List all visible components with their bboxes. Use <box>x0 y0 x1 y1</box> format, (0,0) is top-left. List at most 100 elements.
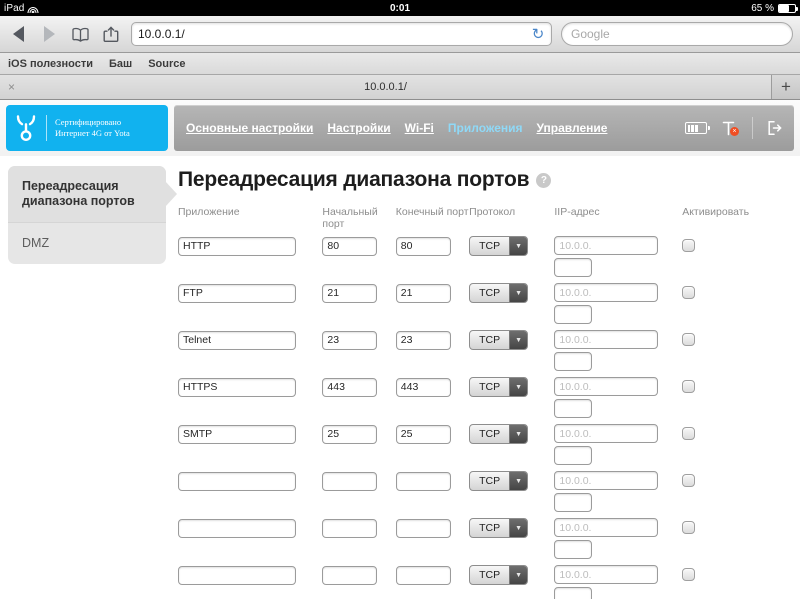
application-input[interactable] <box>178 566 296 585</box>
protocol-select[interactable]: TCP▼ <box>469 377 528 397</box>
end-port-input[interactable] <box>396 378 451 397</box>
end-port-input[interactable] <box>396 566 451 585</box>
table-row: TCP▼ <box>178 424 784 471</box>
application-input[interactable] <box>178 284 296 303</box>
application-input[interactable] <box>178 331 296 350</box>
page-header: Сертифицировано Интернет 4G от Yota Осно… <box>0 100 800 156</box>
bookmark-item-2[interactable]: Source <box>148 58 185 70</box>
table-head: Приложение Начальный порт Конечный порт … <box>178 206 784 236</box>
activate-checkbox[interactable] <box>682 474 695 487</box>
start-port-input[interactable] <box>322 425 377 444</box>
protocol-select[interactable]: TCP▼ <box>469 330 528 350</box>
start-port-input[interactable] <box>322 378 377 397</box>
ip-prefix-input[interactable] <box>554 377 658 396</box>
end-port-input[interactable] <box>396 237 451 256</box>
end-port-input[interactable] <box>396 284 451 303</box>
protocol-select[interactable]: TCP▼ <box>469 518 528 538</box>
activate-checkbox[interactable] <box>682 380 695 393</box>
end-port-input[interactable] <box>396 519 451 538</box>
activate-checkbox[interactable] <box>682 568 695 581</box>
nav-divider <box>752 117 753 139</box>
browser-tab[interactable]: × 10.0.0.1/ <box>0 75 772 99</box>
logo-caption: Сертифицировано Интернет 4G от Yota <box>55 117 130 139</box>
cell-start-port <box>322 377 395 424</box>
cell-protocol: TCP▼ <box>469 283 554 330</box>
end-port-input[interactable] <box>396 425 451 444</box>
application-input[interactable] <box>178 519 296 538</box>
router-web-page: Сертифицировано Интернет 4G от Yota Осно… <box>0 100 800 599</box>
application-input[interactable] <box>178 378 296 397</box>
sidebar-item-dmz[interactable]: DMZ <box>8 222 166 264</box>
logout-icon[interactable] <box>767 120 782 136</box>
ip-suffix-input[interactable] <box>554 305 592 324</box>
table-row: TCP▼ <box>178 518 784 565</box>
ip-suffix-input[interactable] <box>554 493 592 512</box>
application-input[interactable] <box>178 425 296 444</box>
ip-prefix-input[interactable] <box>554 518 658 537</box>
activate-checkbox[interactable] <box>682 239 695 252</box>
protocol-select-value: TCP <box>470 519 509 537</box>
search-placeholder: Google <box>571 27 610 41</box>
start-port-input[interactable] <box>322 237 377 256</box>
forward-arrow-icon[interactable] <box>38 23 60 45</box>
nav-item-nastroyki[interactable]: Настройки <box>327 121 390 135</box>
nav-item-osnovnye-nastroyki[interactable]: Основные настройки <box>186 121 313 135</box>
cell-end-port <box>396 283 469 330</box>
ip-prefix-input[interactable] <box>554 471 658 490</box>
ip-suffix-input[interactable] <box>554 587 592 599</box>
start-port-input[interactable] <box>322 331 377 350</box>
search-input[interactable]: Google <box>561 22 793 46</box>
ip-prefix-input[interactable] <box>554 330 658 349</box>
chevron-down-icon: ▼ <box>509 237 527 255</box>
start-port-input[interactable] <box>322 284 377 303</box>
protocol-select[interactable]: TCP▼ <box>469 424 528 444</box>
cell-end-port <box>396 236 469 283</box>
start-port-input[interactable] <box>322 519 377 538</box>
bookmark-item-1[interactable]: Баш <box>109 58 132 70</box>
nav-item-wifi[interactable]: Wi-Fi <box>405 121 434 135</box>
ip-suffix-input[interactable] <box>554 446 592 465</box>
protocol-select[interactable]: TCP▼ <box>469 283 528 303</box>
table-row: TCP▼ <box>178 471 784 518</box>
activate-checkbox[interactable] <box>682 521 695 534</box>
activate-checkbox[interactable] <box>682 427 695 440</box>
new-tab-button[interactable]: + <box>772 75 800 99</box>
cell-application <box>178 518 322 565</box>
end-port-input[interactable] <box>396 472 451 491</box>
cell-ip-address <box>554 330 682 377</box>
protocol-select[interactable]: TCP▼ <box>469 236 528 256</box>
ip-prefix-input[interactable] <box>554 283 658 302</box>
end-port-input[interactable] <box>396 331 451 350</box>
start-port-input[interactable] <box>322 566 377 585</box>
table-header-row: Приложение Начальный порт Конечный порт … <box>178 206 784 236</box>
application-input[interactable] <box>178 472 296 491</box>
nav-item-prilozheniya[interactable]: Приложения <box>448 121 523 135</box>
ip-suffix-input[interactable] <box>554 399 592 418</box>
ip-suffix-input[interactable] <box>554 258 592 277</box>
book-icon[interactable] <box>69 23 91 45</box>
share-icon[interactable] <box>100 23 122 45</box>
sidebar-item-port-range-forwarding[interactable]: Переадресация диапазона портов <box>8 166 166 222</box>
bookmark-item-0[interactable]: iOS полезности <box>8 58 93 70</box>
column-header-start-port: Начальный порт <box>322 206 395 236</box>
nav-item-upravlenie[interactable]: Управление <box>537 121 608 135</box>
activate-checkbox[interactable] <box>682 333 695 346</box>
back-arrow-icon[interactable] <box>7 23 29 45</box>
ip-suffix-input[interactable] <box>554 352 592 371</box>
application-input[interactable] <box>178 237 296 256</box>
address-bar[interactable]: 10.0.0.1/ ↻ <box>131 22 552 46</box>
ip-suffix-input[interactable] <box>554 540 592 559</box>
cell-application <box>178 377 322 424</box>
protocol-select[interactable]: TCP▼ <box>469 565 528 585</box>
ip-prefix-input[interactable] <box>554 236 658 255</box>
help-icon[interactable]: ? <box>536 173 551 188</box>
ip-prefix-input[interactable] <box>554 565 658 584</box>
cell-ip-address <box>554 377 682 424</box>
ip-prefix-input[interactable] <box>554 424 658 443</box>
close-icon[interactable]: × <box>8 80 15 94</box>
reload-icon[interactable]: ↻ <box>531 27 545 42</box>
start-port-input[interactable] <box>322 472 377 491</box>
cell-activate <box>682 377 784 424</box>
activate-checkbox[interactable] <box>682 286 695 299</box>
protocol-select[interactable]: TCP▼ <box>469 471 528 491</box>
